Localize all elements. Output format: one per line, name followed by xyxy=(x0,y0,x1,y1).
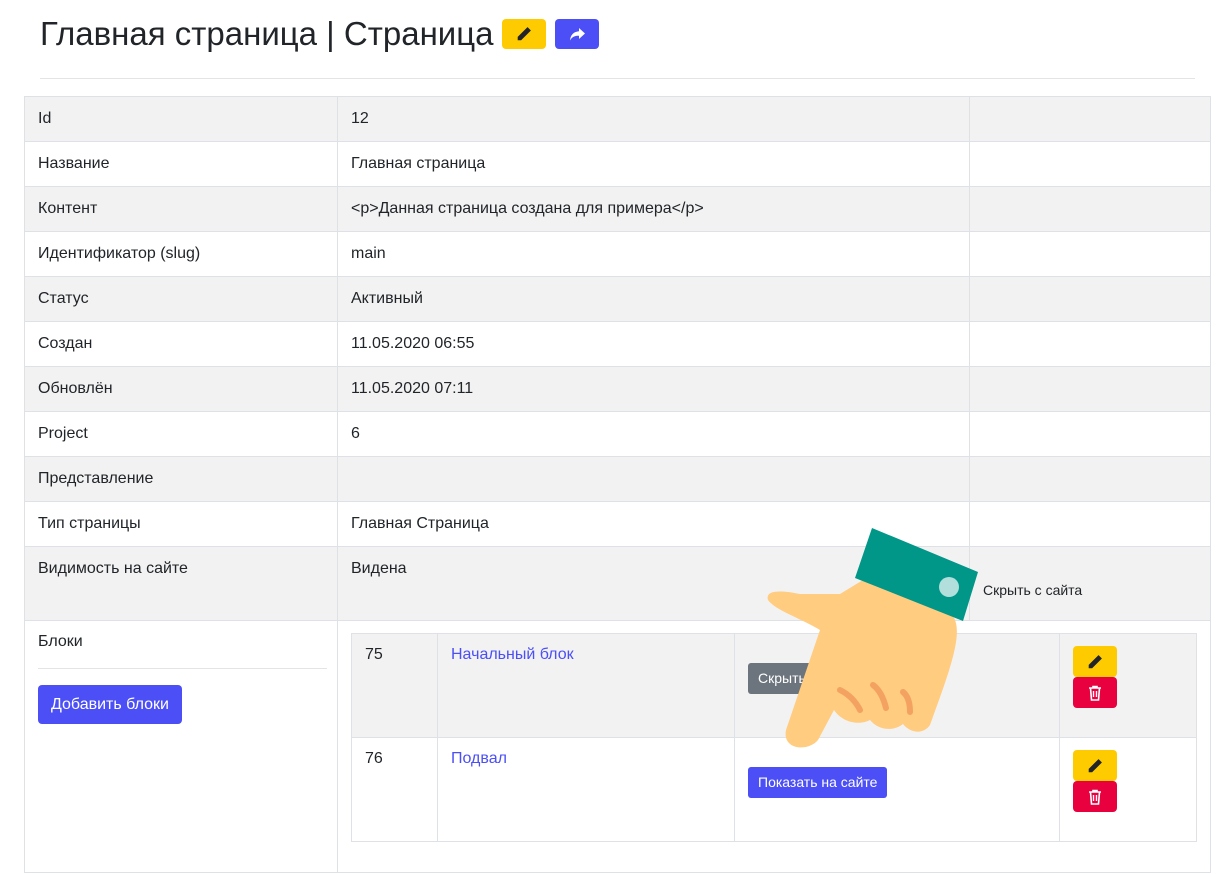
pencil-icon xyxy=(1088,758,1102,772)
detail-label: Project xyxy=(24,411,338,457)
detail-label: Id xyxy=(24,96,338,142)
blocks-label: Блоки xyxy=(38,633,83,650)
share-arrow-icon xyxy=(569,27,585,40)
detail-extra xyxy=(969,456,1211,502)
detail-value: 11.05.2020 07:11 xyxy=(337,366,970,412)
detail-value xyxy=(337,456,970,502)
block-id: 76 xyxy=(351,737,438,842)
detail-row-blocks: Блоки Добавить блоки 75 Начальный блок С… xyxy=(24,620,1211,873)
detail-row-visibility: Видимость на сайте Видена Скрыть с сайта xyxy=(24,546,1211,621)
edit-block-button[interactable] xyxy=(1073,750,1117,781)
detail-row-created: Создан 11.05.2020 06:55 xyxy=(24,321,1211,367)
detail-value: 12 xyxy=(337,96,970,142)
show-block-button[interactable]: Показать на сайте xyxy=(748,767,888,798)
page-title: Главная страница | Страница xyxy=(40,15,494,52)
detail-extra xyxy=(969,321,1211,367)
block-name-link[interactable]: Подвал xyxy=(451,750,507,767)
detail-row-slug: Идентификатор (slug) main xyxy=(24,231,1211,277)
table-row: 75 Начальный блок Скрыть с сайта xyxy=(351,633,1197,738)
hide-block-button[interactable]: Скрыть с сайта xyxy=(748,663,868,694)
detail-extra xyxy=(969,276,1211,322)
page-header: Главная страница | Страница xyxy=(40,14,600,54)
detail-label: Тип страницы xyxy=(24,501,338,547)
page-detail-table: Id 12 Название Главная страница Контент … xyxy=(24,96,1211,873)
detail-label: Обновлён xyxy=(24,366,338,412)
detail-row-name: Название Главная страница xyxy=(24,141,1211,187)
detail-label: Контент xyxy=(24,186,338,232)
detail-label: Статус xyxy=(24,276,338,322)
hide-from-site-link[interactable]: Скрыть с сайта xyxy=(969,546,1211,621)
detail-extra xyxy=(969,501,1211,547)
pencil-icon xyxy=(518,27,532,41)
detail-label: Представление xyxy=(24,456,338,502)
detail-extra xyxy=(969,96,1211,142)
blocks-table: 75 Начальный блок Скрыть с сайта 76 Подв… xyxy=(351,633,1197,842)
blocks-list-cell: 75 Начальный блок Скрыть с сайта 76 Подв… xyxy=(337,620,1211,873)
detail-row-page-type: Тип страницы Главная Страница xyxy=(24,501,1211,547)
detail-row-status: Статус Активный xyxy=(24,276,1211,322)
block-name-link[interactable]: Начальный блок xyxy=(451,646,574,663)
detail-row-content: Контент <p>Данная страница создана для п… xyxy=(24,186,1211,232)
detail-row-view: Представление xyxy=(24,456,1211,502)
detail-value: 11.05.2020 06:55 xyxy=(337,321,970,367)
detail-extra xyxy=(969,411,1211,457)
delete-block-button[interactable] xyxy=(1073,781,1117,812)
detail-label: Создан xyxy=(24,321,338,367)
detail-value: 6 xyxy=(337,411,970,457)
blocks-cell: Блоки Добавить блоки xyxy=(24,620,338,873)
block-id: 75 xyxy=(351,633,438,738)
table-row: 76 Подвал Показать на сайте xyxy=(351,737,1197,842)
detail-value: Главная Страница xyxy=(337,501,970,547)
detail-row-id: Id 12 xyxy=(24,96,1211,142)
detail-label: Видимость на сайте xyxy=(24,546,338,621)
detail-value: Главная страница xyxy=(337,141,970,187)
trash-icon xyxy=(1089,789,1101,805)
pencil-icon xyxy=(1088,654,1102,668)
detail-label: Идентификатор (slug) xyxy=(24,231,338,277)
detail-value: <p>Данная страница создана для примера</… xyxy=(337,186,970,232)
header-divider xyxy=(40,78,1195,79)
detail-value: Активный xyxy=(337,276,970,322)
delete-block-button[interactable] xyxy=(1073,677,1117,708)
edit-block-button[interactable] xyxy=(1073,646,1117,677)
detail-extra xyxy=(969,231,1211,277)
add-blocks-button[interactable]: Добавить блоки xyxy=(38,685,182,724)
trash-icon xyxy=(1089,685,1101,701)
view-on-site-button[interactable] xyxy=(555,19,600,49)
detail-extra xyxy=(969,141,1211,187)
detail-value: main xyxy=(337,231,970,277)
blocks-divider xyxy=(38,668,327,669)
detail-row-project: Project 6 xyxy=(24,411,1211,457)
edit-page-button[interactable] xyxy=(502,19,547,49)
detail-extra xyxy=(969,366,1211,412)
detail-label: Название xyxy=(24,141,338,187)
detail-extra xyxy=(969,186,1211,232)
detail-row-updated: Обновлён 11.05.2020 07:11 xyxy=(24,366,1211,412)
detail-value: Видена xyxy=(337,546,970,621)
